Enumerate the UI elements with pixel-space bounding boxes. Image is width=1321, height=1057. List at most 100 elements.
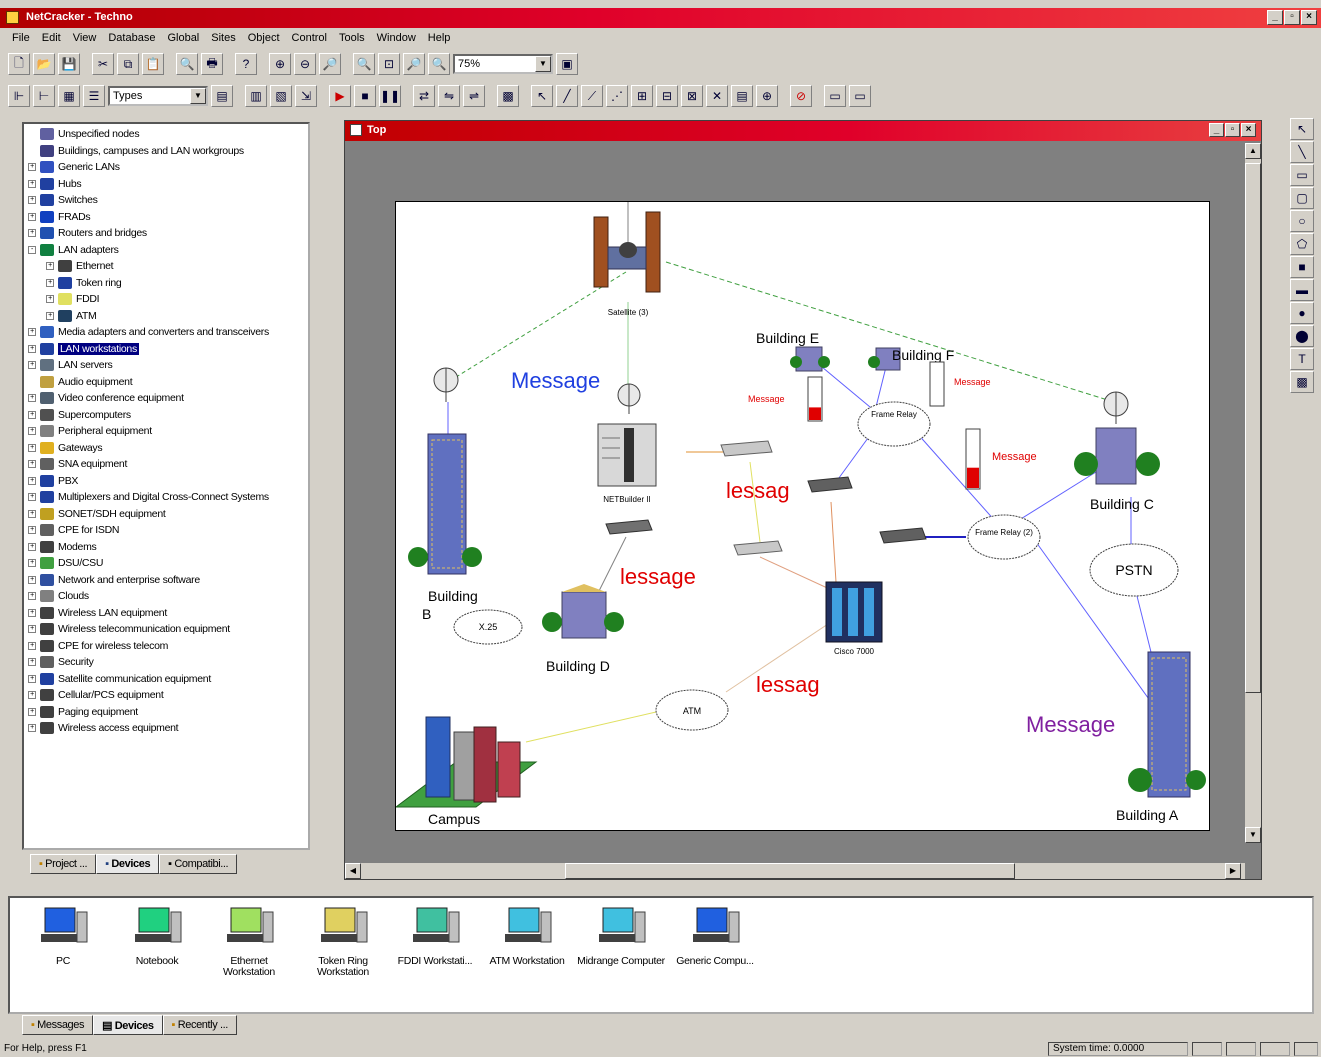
tree-item[interactable]: Buildings, campuses and LAN workgroups <box>28 143 308 160</box>
tree-item[interactable]: + Token ring <box>28 275 308 292</box>
tree-item[interactable]: + Network and enterprise software <box>28 572 308 589</box>
tile-icon[interactable]: ▭ <box>849 85 871 107</box>
expand-icon[interactable]: + <box>28 212 36 221</box>
no-entry-icon[interactable]: ⊘ <box>790 85 812 107</box>
tree-item[interactable]: + Ethernet <box>28 258 308 275</box>
expand-icon[interactable]: + <box>46 311 54 320</box>
cut-icon[interactable]: ✂ <box>92 53 114 75</box>
expand-icon[interactable]: + <box>28 641 36 650</box>
tree-item[interactable]: + FRADs <box>28 209 308 226</box>
traffic-icon[interactable]: ⇄ <box>413 85 435 107</box>
types-combo[interactable]: Types ▼ <box>108 86 208 106</box>
rounded-rectangle-icon[interactable]: ▢ <box>1290 187 1314 209</box>
device-item[interactable]: PC <box>18 904 108 967</box>
expand-icon[interactable]: + <box>28 443 36 452</box>
play-icon[interactable]: ▶ <box>329 85 351 107</box>
grid-icon[interactable]: ▦ <box>58 85 80 107</box>
expand-icon[interactable]: + <box>46 278 54 287</box>
scroll-left-arrow[interactable]: ◀ <box>345 863 361 879</box>
tree-item[interactable]: + Modems <box>28 539 308 556</box>
tree-item[interactable]: + Cellular/PCS equipment <box>28 687 308 704</box>
tree-item[interactable]: + LAN servers <box>28 357 308 374</box>
new-icon[interactable]: 🗋 <box>8 53 30 75</box>
expand-icon[interactable]: ⊕ <box>756 85 778 107</box>
open-icon[interactable]: 📂 <box>33 53 55 75</box>
menu-view[interactable]: View <box>73 32 97 48</box>
zoom-all-icon[interactable]: 🔍 <box>428 53 450 75</box>
expand-icon[interactable]: + <box>28 394 36 403</box>
device-item[interactable]: Generic Compu... <box>670 904 760 967</box>
multi-link-icon[interactable]: ⋰ <box>606 85 628 107</box>
zoom-icon[interactable]: 🔎 <box>319 53 341 75</box>
expand-icon[interactable]: + <box>28 608 36 617</box>
close-button[interactable]: × <box>1301 10 1317 25</box>
expand-icon[interactable]: + <box>28 196 36 205</box>
device-item[interactable]: Token Ring Workstation <box>298 904 388 978</box>
tree-item[interactable]: + Gateways <box>28 440 308 457</box>
ellipse-icon[interactable]: ○ <box>1290 210 1314 232</box>
image-icon[interactable]: ▩ <box>1290 371 1314 393</box>
chevron-down-icon[interactable]: ▼ <box>190 88 206 104</box>
tree-item[interactable]: + Switches <box>28 192 308 209</box>
expand-icon[interactable]: + <box>28 344 36 353</box>
expand-icon[interactable]: + <box>28 493 36 502</box>
zoom-in-icon[interactable]: ⊕ <box>269 53 291 75</box>
line-icon[interactable]: ╲ <box>1290 141 1314 163</box>
select-icon[interactable]: ↖ <box>1290 118 1314 140</box>
vertical-scroll-thumb[interactable] <box>1245 163 1261 693</box>
expand-icon[interactable]: + <box>28 229 36 238</box>
tab-project[interactable]: ▪ Project ... <box>30 854 97 874</box>
menu-window[interactable]: Window <box>377 32 416 48</box>
tree-item[interactable]: + SNA equipment <box>28 456 308 473</box>
expand-icon[interactable]: + <box>28 542 36 551</box>
collapse-icon[interactable]: - <box>28 245 36 254</box>
tab-recently[interactable]: ▪ Recently ... <box>162 1015 237 1035</box>
zoom-combo[interactable]: 75% ▼ <box>453 54 553 74</box>
zoom-fit-icon[interactable]: 🔍 <box>353 53 375 75</box>
zoom-area-icon[interactable]: ⊡ <box>378 53 400 75</box>
context-help-icon[interactable]: ? <box>235 53 257 75</box>
tree-item[interactable]: + Video conference equipment <box>28 390 308 407</box>
tree-item[interactable]: + Paging equipment <box>28 704 308 721</box>
building-c-node[interactable]: Building C <box>1074 427 1160 512</box>
restore-button[interactable]: ▫ <box>1225 123 1240 137</box>
tree-item[interactable]: + Hubs <box>28 176 308 193</box>
building-a-node[interactable]: Building A <box>1116 651 1206 823</box>
satellite-node[interactable]: Satellite (3) <box>593 202 661 317</box>
print-preview-icon[interactable]: 🔍 <box>176 53 198 75</box>
horizontal-scrollbar[interactable]: ◀ ▶ <box>345 863 1245 879</box>
stop-icon[interactable]: ■ <box>354 85 376 107</box>
tree-item[interactable]: + ATM <box>28 308 308 325</box>
link-icon[interactable]: ╱ <box>556 85 578 107</box>
expand-icon[interactable]: + <box>28 658 36 667</box>
menu-help[interactable]: Help <box>428 32 451 48</box>
cloud-x25[interactable]: X.25 <box>453 609 523 645</box>
tree-item[interactable]: + DSU/CSU <box>28 555 308 572</box>
device-tree[interactable]: Unspecified nodes Buildings, campuses and… <box>22 122 310 850</box>
expand-icon[interactable]: + <box>28 163 36 172</box>
polygon-icon[interactable]: ⬠ <box>1290 233 1314 255</box>
hub-icon[interactable]: ⊞ <box>631 85 653 107</box>
expand-icon[interactable]: + <box>28 328 36 337</box>
connect-icon[interactable]: ⟋ <box>581 85 603 107</box>
close-button[interactable]: × <box>1241 123 1256 137</box>
device-item[interactable]: Ethernet Workstation <box>204 904 294 978</box>
statistics-icon[interactable]: ▩ <box>497 85 519 107</box>
tree-item[interactable]: + Wireless telecommunication equipment <box>28 621 308 638</box>
filled-rectangle-icon[interactable]: ■ <box>1290 256 1314 278</box>
expand-icon[interactable]: + <box>28 575 36 584</box>
tree-item[interactable]: Unspecified nodes <box>28 126 308 143</box>
menu-file[interactable]: File <box>12 32 30 48</box>
expand-icon[interactable]: + <box>28 361 36 370</box>
tree-item[interactable]: + CPE for wireless telecom <box>28 638 308 655</box>
menu-database[interactable]: Database <box>108 32 155 48</box>
tab-devices[interactable]: ▪ Devices <box>96 854 160 874</box>
tree-item[interactable]: + Multiplexers and Digital Cross-Connect … <box>28 489 308 506</box>
expand-icon[interactable]: + <box>28 410 36 419</box>
expand-icon[interactable]: + <box>28 724 36 733</box>
chevron-down-icon[interactable]: ▼ <box>535 56 551 72</box>
scroll-up-arrow[interactable]: ▲ <box>1245 143 1261 159</box>
tree-item[interactable]: + Security <box>28 654 308 671</box>
cloud-frame-relay[interactable]: Frame Relay <box>857 401 931 447</box>
tree-item[interactable]: + Wireless access equipment <box>28 720 308 737</box>
